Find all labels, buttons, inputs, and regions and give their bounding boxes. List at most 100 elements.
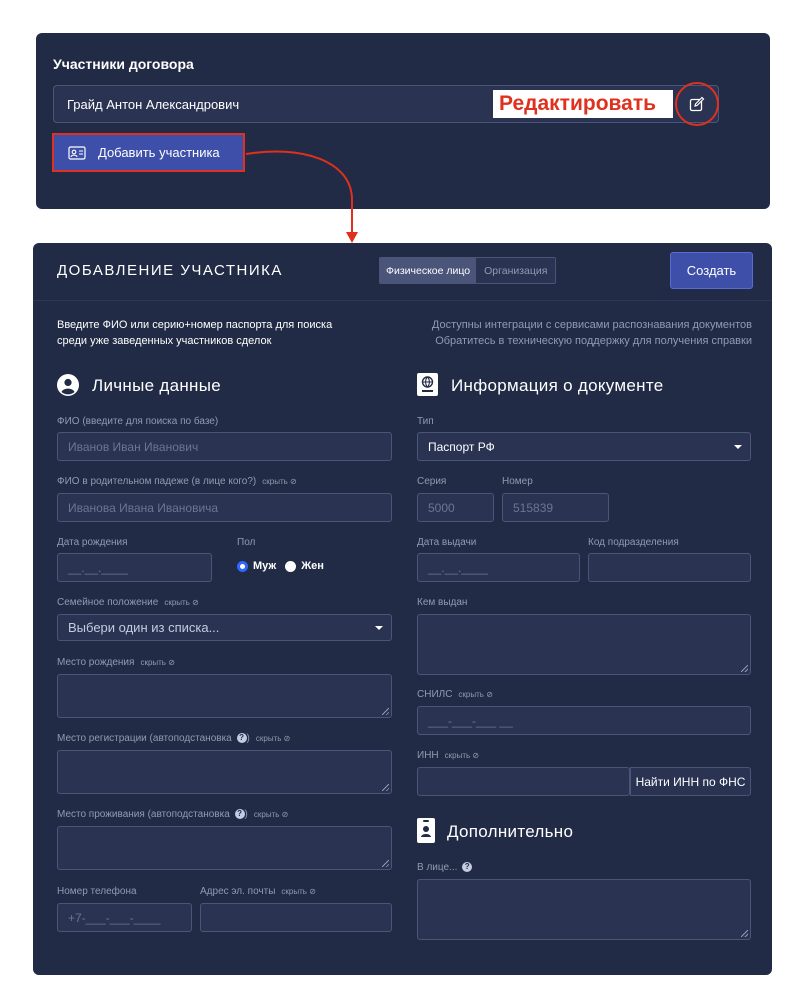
search-hint-line: среди уже заведенных участников сделок (57, 335, 272, 347)
issued-by-label: Кем выдан (417, 597, 468, 608)
doc-type-label: Тип (417, 416, 434, 427)
help-icon[interactable]: ? (236, 733, 247, 744)
birthplace-label-row: Место рождения скрыть ⊘ (57, 657, 175, 668)
inn-label: ИНН (417, 750, 439, 761)
marital-select[interactable]: Выбери один из списка... (57, 614, 392, 641)
birth-date-input[interactable]: __.__.____ (57, 553, 212, 582)
gender-label: Пол (237, 537, 256, 548)
chevron-down-icon (734, 444, 742, 449)
hide-toggle[interactable]: скрыть ⊘ (281, 887, 315, 896)
tab-organization[interactable]: Организация (476, 258, 556, 283)
eye-off-icon: ⊘ (283, 734, 291, 743)
header-divider (33, 300, 772, 301)
hide-label: скрыть (444, 751, 471, 760)
fio-genitive-input[interactable]: Иванова Ивана Ивановича (57, 493, 392, 522)
hide-toggle[interactable]: скрыть ⊘ (256, 734, 290, 743)
email-label-row: Адрес эл. почты скрыть ⊘ (200, 886, 316, 897)
personal-section-title: Личные данные (92, 376, 222, 395)
residence-textarea[interactable] (57, 826, 392, 870)
registration-textarea[interactable] (57, 750, 392, 794)
in-person-label-row: В лице... ? (417, 862, 473, 873)
marital-select-value: Выбери один из списка... (68, 620, 220, 635)
help-icon[interactable]: ? (234, 809, 245, 820)
hide-label: скрыть (458, 690, 484, 699)
badge-icon (417, 818, 435, 843)
hide-label: скрыть (164, 598, 190, 607)
snils-label: СНИЛС (417, 689, 453, 700)
person-type-tabs: Физическое лицо Организация (379, 257, 557, 284)
snils-label-row: СНИЛС скрыть ⊘ (417, 689, 493, 700)
hide-toggle[interactable]: скрыть ⊘ (254, 810, 288, 819)
find-inn-button[interactable]: Найти ИНН по ФНС (630, 767, 751, 796)
hide-toggle[interactable]: скрыть ⊘ (262, 477, 296, 486)
birthplace-textarea[interactable] (57, 674, 392, 718)
doc-type-value: Паспорт РФ (428, 439, 495, 454)
fio-label: ФИО (введите для поиска по базе) (57, 416, 219, 427)
eye-off-icon: ⊘ (192, 598, 199, 607)
registration-label: Место регистрации (автоподстановка (57, 733, 232, 744)
inn-label-row: ИНН скрыть ⊘ (417, 750, 479, 761)
birth-date-label: Дата рождения (57, 537, 128, 548)
number-label: Номер (502, 476, 533, 487)
inn-input[interactable] (417, 767, 630, 796)
hide-label: скрыть (253, 810, 280, 819)
series-label: Серия (417, 476, 447, 487)
gender-radio-male[interactable] (237, 560, 248, 572)
residence-label: Место проживания (автоподстановка (57, 809, 230, 820)
additional-section-title: Дополнительно (447, 822, 574, 841)
hide-label: скрыть (281, 887, 307, 896)
in-person-textarea[interactable] (417, 879, 751, 940)
in-person-label: В лице... (417, 862, 458, 873)
eye-off-icon: ⊘ (281, 810, 289, 819)
gender-female-label: Жен (301, 560, 324, 572)
create-button[interactable]: Создать (670, 252, 753, 289)
fio-genitive-label-row: ФИО в родительном падеже (в лице кого?) с… (57, 476, 297, 487)
phone-label: Номер телефона (57, 886, 137, 897)
annotation-arrow (245, 150, 358, 243)
document-section-title: Информация о документе (451, 376, 664, 395)
gender-radio-group: Муж Жен (237, 560, 324, 572)
tab-individual[interactable]: Физическое лицо (380, 258, 477, 283)
gender-male-label: Муж (253, 560, 277, 572)
registration-label-row: Место регистрации (автоподстановка ?) скр… (57, 733, 291, 744)
hide-label: скрыть (255, 734, 282, 743)
email-input[interactable] (200, 903, 392, 932)
search-hint-line: Введите ФИО или серию+номер паспорта для… (57, 319, 333, 331)
user-circle-icon (57, 374, 79, 396)
integration-hint-line: Обратитесь в техническую поддержку для п… (435, 335, 752, 347)
form-title: ДОБАВЛЕНИЕ УЧАСТНИКА (57, 262, 283, 279)
fio-genitive-label: ФИО в родительном падеже (в лице кого?) (57, 476, 257, 487)
doc-type-select[interactable]: Паспорт РФ (417, 432, 751, 461)
hide-label: скрыть (140, 658, 166, 667)
eye-off-icon: ⊘ (290, 477, 297, 486)
issue-date-input[interactable]: __.__.____ (417, 553, 580, 582)
hide-toggle[interactable]: скрыть ⊘ (458, 690, 492, 699)
eye-off-icon: ⊘ (472, 751, 480, 760)
hide-label: скрыть (262, 477, 288, 486)
fio-input[interactable]: Иванов Иван Иванович (57, 432, 392, 461)
hide-toggle[interactable]: скрыть ⊘ (164, 598, 198, 607)
snils-input[interactable]: ___-___-___ __ (417, 706, 751, 735)
gender-radio-female[interactable] (285, 560, 297, 572)
eye-off-icon: ⊘ (486, 690, 493, 699)
phone-input[interactable]: +7-___-___-____ (57, 903, 192, 932)
birthplace-label: Место рождения (57, 657, 135, 668)
hide-toggle[interactable]: скрыть ⊘ (445, 751, 479, 760)
hide-toggle[interactable]: скрыть ⊘ (140, 658, 174, 667)
help-icon[interactable]: ? (462, 862, 473, 873)
division-code-label: Код подразделения (588, 537, 679, 548)
series-input[interactable]: 5000 (417, 493, 494, 522)
issued-by-textarea[interactable] (417, 614, 751, 675)
passport-icon (417, 373, 438, 396)
email-label: Адрес эл. почты (200, 886, 276, 897)
marital-label-row: Семейное положение скрыть ⊘ (57, 597, 199, 608)
division-code-input[interactable] (588, 553, 751, 582)
number-input[interactable]: 515839 (502, 493, 609, 522)
eye-off-icon: ⊘ (168, 658, 175, 667)
integration-hint: Доступны интеграции с сервисами распозна… (432, 317, 752, 349)
issue-date-label: Дата выдачи (417, 537, 477, 548)
chevron-down-icon (375, 625, 383, 630)
residence-label-row: Место проживания (автоподстановка ?) скры… (57, 809, 289, 820)
eye-off-icon: ⊘ (309, 887, 316, 896)
integration-hint-line: Доступны интеграции с сервисами распозна… (431, 319, 752, 331)
